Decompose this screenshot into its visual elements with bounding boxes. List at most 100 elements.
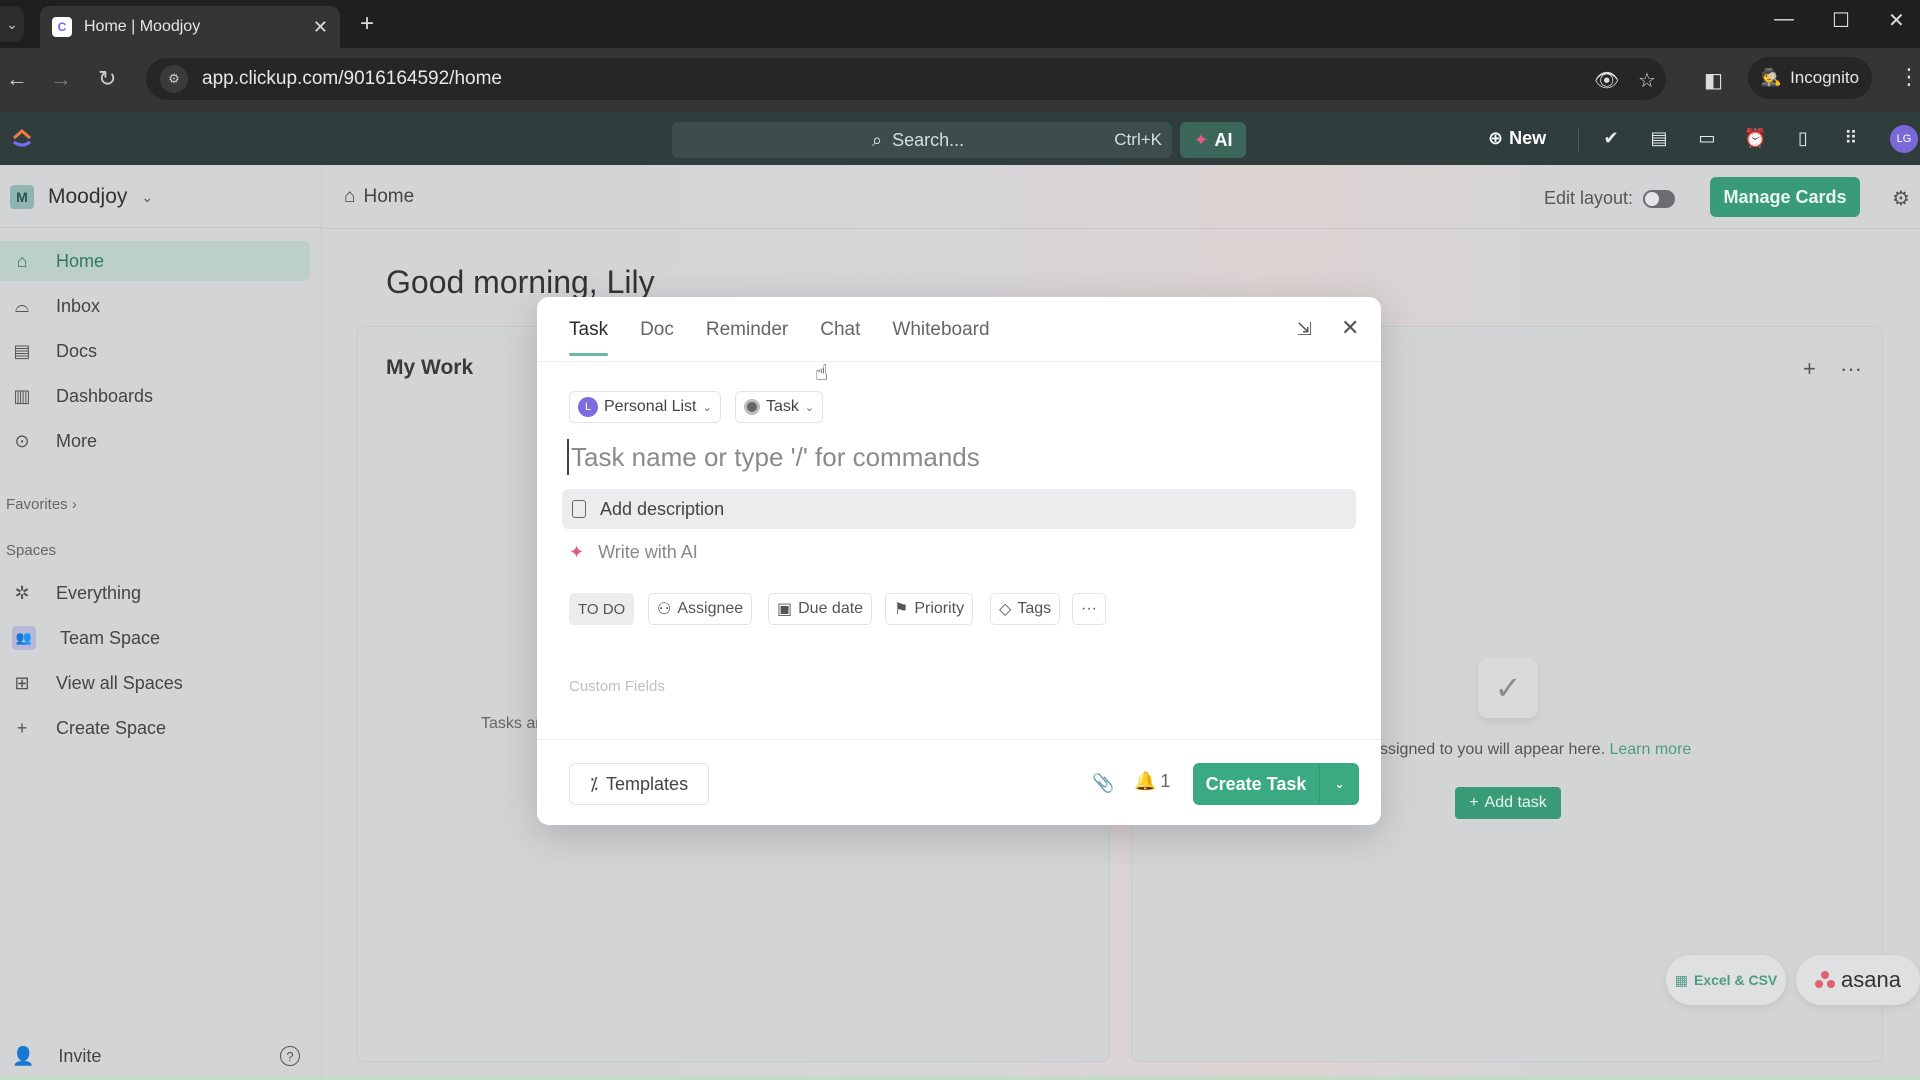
browser-toolbar: ← → ↻ ⚙ app.clickup.com/9016164592/home … [0,48,1920,112]
sidebar-item-label: Team Space [60,627,161,648]
back-icon[interactable]: ← [6,66,28,92]
empty-message: ssigned to you will appear here. [1380,741,1606,758]
more-options-button[interactable]: ··· [1072,593,1106,625]
chevron-right-icon: › [71,496,77,513]
gear-icon[interactable]: ⚙ [1892,186,1910,211]
close-icon[interactable]: ✕ [1341,315,1359,341]
help-icon[interactable]: ? [280,1046,300,1066]
address-bar[interactable]: ⚙ app.clickup.com/9016164592/home [146,58,1666,100]
sidebar-item-create-space[interactable]: + Create Space [0,708,310,748]
create-task-modal: Task Doc Reminder Chat Whiteboard ⇲ ✕ L … [537,297,1381,825]
sidebar-item-label: Everything [56,582,142,603]
write-with-ai-button[interactable]: ✦ Write with AI [569,542,698,563]
assigned-empty-text: ssigned to you will appear here. Learn m… [1380,741,1691,759]
tab-chat[interactable]: Chat [820,319,860,341]
task-type-selector[interactable]: Task ⌄ [735,391,824,423]
sidebar-item-more[interactable]: ⊙ More [0,421,310,461]
create-task-button[interactable]: Create Task ⌄ [1193,763,1359,805]
plus-circle-icon: ⊕ [1488,128,1504,148]
learn-more-link[interactable]: Learn more [1609,741,1691,758]
tab-close-icon[interactable]: ✕ [313,17,328,38]
sidebar-item-docs[interactable]: ▤ Docs [0,331,310,371]
sidebar-divider [0,227,322,228]
due-date-button[interactable]: ▣ Due date [768,593,873,625]
site-settings-icon[interactable]: ⚙ [160,65,188,93]
search-bar[interactable]: ⌕ Search... Ctrl+K [672,122,1172,158]
search-icon: ⌕ [872,129,883,150]
list-selector[interactable]: L Personal List ⌄ [569,391,721,423]
workspace-switcher[interactable]: M Moodjoy ⌄ [10,185,153,209]
sidebar-item-home[interactable]: ⌂ Home [0,241,310,281]
dashboards-icon: ▥ [13,385,31,406]
minimize-icon[interactable]: ⇲ [1297,319,1312,340]
sidebar-item-inbox[interactable]: ⌓ Inbox [0,286,310,326]
import-asana-button[interactable]: asana [1796,955,1920,1005]
ai-button[interactable]: ✦ AI [1180,122,1246,158]
appbar-divider [1578,128,1579,152]
spaces-label: Spaces [6,542,57,559]
add-description-field[interactable]: Add description [562,489,1356,529]
assignee-label: Assignee [677,600,744,617]
card-add-icon[interactable]: + [1803,356,1816,382]
tab-search-button[interactable]: ⌄ [0,6,24,42]
everything-icon: ✲ [14,582,30,603]
priority-button[interactable]: ⚑ Priority [885,593,974,625]
sidebar-item-label: More [56,430,98,451]
tracking-protection-icon[interactable]: 👁 [1594,68,1619,93]
document-icon[interactable]: ▯ [1792,128,1814,149]
card-more-icon[interactable]: ··· [1840,356,1862,382]
status-button[interactable]: TO DO [569,593,635,625]
tab-whiteboard[interactable]: Whiteboard [892,319,989,341]
check-circle-icon[interactable]: ✔ [1600,128,1622,149]
window-minimize-button[interactable]: — [1774,8,1794,31]
apps-grid-icon[interactable]: ⠿ [1840,128,1862,149]
task-name-input[interactable] [567,439,1347,475]
forward-icon[interactable]: → [50,66,72,92]
video-icon[interactable]: ▭ [1696,128,1718,149]
sidebar-item-dashboards[interactable]: ▥ Dashboards [0,376,310,416]
incognito-badge[interactable]: 🕵 Incognito [1748,57,1872,99]
alarm-clock-icon[interactable]: ⏰ [1744,128,1766,149]
window-maximize-button[interactable]: ☐ [1832,8,1850,33]
new-tab-button[interactable]: + [360,10,374,38]
favorites-section[interactable]: Favorites › [6,496,77,513]
tab-reminder[interactable]: Reminder [706,319,788,341]
browser-tabstrip: ⌄ C Home | Moodjoy ✕ + — ☐ ✕ [0,0,1920,48]
window-close-button[interactable]: ✕ [1888,8,1905,33]
invite-button[interactable]: 👤 Invite [12,1046,101,1067]
priority-label: Priority [914,600,965,617]
add-task-button[interactable]: + Add task [1455,787,1561,819]
browser-menu-icon[interactable]: ⋮ [1898,64,1920,90]
url-text[interactable]: app.clickup.com/9016164592/home [202,68,502,90]
bookmark-star-icon[interactable]: ☆ [1638,68,1656,93]
breadcrumb[interactable]: ⌂ Home [344,186,414,208]
attachment-icon[interactable]: 📎 [1092,773,1114,794]
notepad-icon[interactable]: ▤ [1648,128,1670,149]
tab-task[interactable]: Task [569,319,609,356]
sidebar-item-team-space[interactable]: 👥 Team Space [0,618,310,658]
reload-icon[interactable]: ↻ [98,66,116,92]
assignee-button[interactable]: ⚇ Assignee [648,593,753,625]
sidebar-item-view-all-spaces[interactable]: ⊞ View all Spaces [0,663,310,703]
plus-icon: + [1469,794,1479,811]
document-icon [572,500,586,518]
browser-tab[interactable]: C Home | Moodjoy ✕ [40,6,340,48]
ai-label: AI [1214,129,1233,150]
edit-layout-label: Edit layout: [1544,188,1634,208]
mouse-cursor-icon: ☝ [815,360,829,385]
tags-button[interactable]: ◇ Tags [990,593,1061,625]
sidebar-item-label: Inbox [56,295,101,316]
side-panel-icon[interactable]: ◧ [1704,68,1723,93]
edit-layout-toggle[interactable] [1643,189,1676,208]
user-avatar[interactable]: LG [1890,125,1918,153]
reminder-button[interactable]: 🔔 1 [1134,771,1170,792]
chevron-down-icon[interactable]: ⌄ [1319,763,1359,805]
import-excel-button[interactable]: ▦ Excel & CSV [1666,955,1786,1005]
clickup-logo-icon[interactable] [10,126,34,150]
tab-doc[interactable]: Doc [640,319,674,341]
sidebar-item-label: Home [56,250,105,271]
manage-cards-button[interactable]: Manage Cards [1710,177,1860,217]
templates-button[interactable]: ⁒ Templates [569,763,709,805]
new-button[interactable]: ⊕ New [1488,128,1546,149]
sidebar-item-everything[interactable]: ✲ Everything [0,573,310,613]
